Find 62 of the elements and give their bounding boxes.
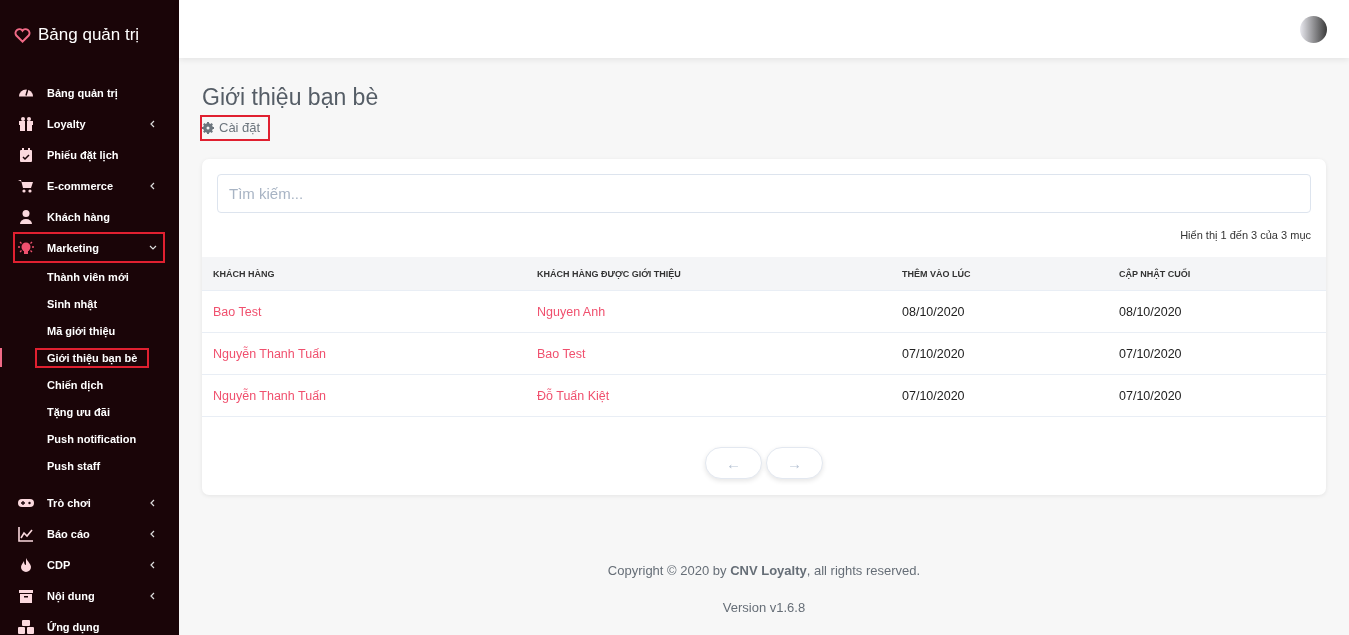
chevron-left-icon [149,560,157,569]
sidebar-item[interactable]: Phiếu đặt lịch [13,139,165,170]
submenu-item[interactable]: Giới thiệu bạn bè [35,347,150,368]
submenu-item[interactable]: Thành viên mới [35,266,141,287]
gauge-icon [18,88,34,97]
search-field[interactable]: Tìm kiếm... [217,174,1311,213]
cubes-icon [18,618,34,635]
avatar[interactable] [1300,15,1327,43]
sidebar-item[interactable]: Marketing [13,232,165,263]
customer-link[interactable]: Nguyễn Thanh Tuấn [202,374,526,417]
sidebar-item[interactable]: E-commerce [13,170,165,201]
submenu-item[interactable]: Mã giới thiệu [35,320,128,341]
sidebar-item[interactable]: CDP [13,549,165,580]
sidebar-item[interactable]: Báo cáo [13,518,165,549]
settings-link[interactable]: Cài đặt [200,115,271,141]
customer-link[interactable]: Bao Test [202,290,526,333]
table-info: Hiển thị 1 đến 3 của 3 mục [1179,228,1312,243]
chevron-left-icon [149,498,157,507]
submenu-item[interactable]: Push notification [35,428,149,449]
table-cell: 07/10/2020 [1108,332,1326,375]
archive-icon [18,587,34,604]
table-cell: 07/10/2020 [891,332,1108,375]
calendar-icon [18,146,34,163]
chevron-left-icon [149,529,157,538]
column-header: CẬP NHẬT CUỐI [1108,257,1326,291]
version-text: Version v1.6.8 [721,600,807,615]
brand-title: Bảng quản trị [38,25,140,45]
sidebar-item[interactable]: Nội dung [13,580,165,611]
sidebar-item[interactable]: Trò chơi [13,487,165,518]
table-cell: 08/10/2020 [1108,290,1326,333]
sidebar-item[interactable]: Bảng quản trị [13,77,165,108]
customer-link[interactable]: Nguyen Anh [526,290,891,333]
cart-icon [18,177,34,194]
page-title: Giới thiệu bạn bè [202,84,380,111]
chevron-left-icon [149,181,157,190]
table-cell: 07/10/2020 [891,374,1108,417]
chevron-left-icon [149,591,157,600]
sidebar-item[interactable]: Khách hàng [13,201,165,232]
chart-icon [18,525,34,542]
user-icon [18,208,34,225]
fire-icon [18,556,34,573]
column-header: KHÁCH HÀNG [202,257,526,291]
table-cell: 08/10/2020 [891,290,1108,333]
sidebar-item[interactable]: Ứng dụng [13,611,165,635]
customer-link[interactable]: Nguyễn Thanh Tuấn [202,332,526,375]
table-cell: 07/10/2020 [1108,374,1326,417]
customer-link[interactable]: Đỗ Tuấn Kiệt [526,374,891,417]
submenu-item[interactable]: Chiến dịch [35,374,116,395]
column-header: THÊM VÀO LÚC [891,257,1108,291]
chevron-down-icon [149,243,157,252]
column-header: KHÁCH HÀNG ĐƯỢC GIỚI THIỆU [526,257,891,291]
submenu-item[interactable]: Sinh nhật [35,293,110,314]
chevron-left-icon [149,119,157,128]
heart-icon [14,27,31,43]
submenu-item[interactable]: Tặng ưu đãi [35,401,122,422]
submenu-item[interactable]: Push staff [35,455,113,476]
gift-icon [18,115,34,132]
copyright-text: Copyright © 2020 by CNV Loyalty, all rights reserved. [606,563,922,578]
sidebar-item[interactable]: Loyalty [13,108,165,139]
settings-icon [202,121,214,134]
bulb-icon [18,239,34,256]
customer-link[interactable]: Bao Test [526,332,891,375]
